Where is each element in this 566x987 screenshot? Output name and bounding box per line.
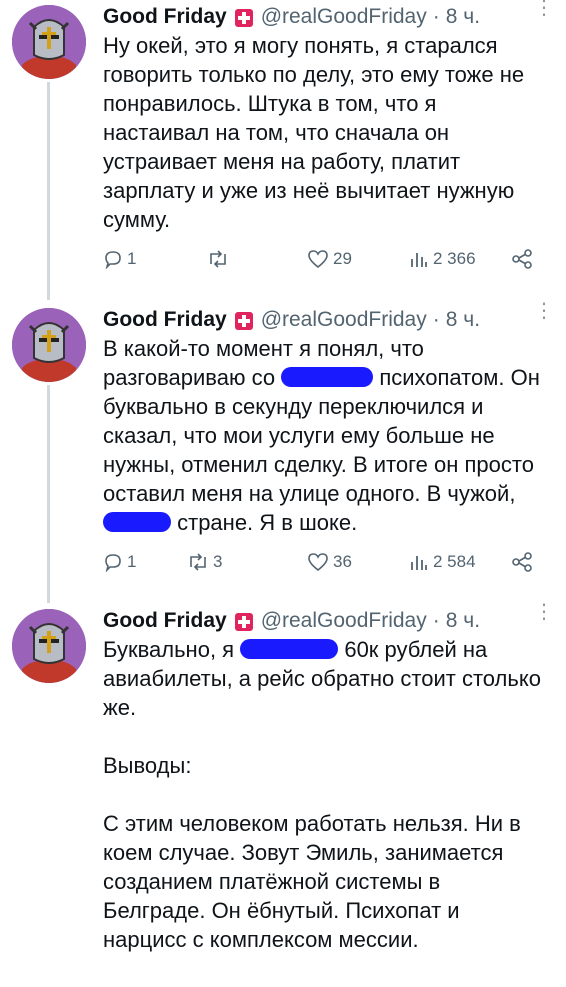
share-icon — [512, 249, 532, 269]
knight-avatar-icon — [12, 308, 86, 382]
reply-button[interactable]: 1 — [103, 245, 136, 273]
tweet-paragraph: Буквально, я 60к рублей на авиабилеты, а… — [103, 635, 548, 722]
share-button[interactable] — [511, 245, 533, 273]
tweet-3[interactable]: Good Friday @realGoodFriday · 8 ч. ⋮ Бук… — [0, 602, 566, 987]
like-icon — [308, 250, 328, 269]
tweet-paragraph: Выводы: — [103, 753, 192, 778]
tweet-text: Ну окей, это я могу понять, я старался г… — [103, 31, 548, 234]
tweet-paragraph: В какой-то момент я понял, что разговари… — [103, 334, 548, 537]
author-handle[interactable]: @realGoodFriday — [261, 5, 427, 29]
action-bar: 1 3 36 2 584 — [103, 548, 538, 576]
author-name[interactable]: Good Friday — [103, 308, 227, 332]
thread-line — [47, 385, 50, 603]
views-count: 2 584 — [433, 552, 476, 571]
avatar[interactable] — [12, 5, 86, 79]
text-segment: Буквально, я — [103, 637, 235, 662]
retweet-icon — [210, 250, 226, 268]
retweet-count: 3 — [213, 552, 223, 571]
action-bar: 1 29 2 366 — [103, 245, 538, 273]
like-count: 29 — [333, 249, 352, 268]
knight-avatar-icon — [12, 5, 86, 79]
tweet-text: В какой-то момент я понял, что разговари… — [103, 334, 548, 537]
timestamp[interactable]: 8 ч. — [446, 308, 480, 332]
knight-avatar-icon — [12, 609, 86, 683]
tweet-text: Буквально, я 60к рублей на авиабилеты, а… — [103, 635, 548, 954]
verified-badge-icon — [234, 312, 253, 330]
more-icon[interactable]: ⋮ — [534, 602, 554, 631]
separator: · — [432, 308, 440, 331]
reply-count: 1 — [127, 249, 137, 268]
text-segment: стране. Я в шоке. — [177, 510, 358, 535]
author-name[interactable]: Good Friday — [103, 5, 227, 29]
retweet-button[interactable] — [207, 245, 233, 273]
reply-icon — [105, 554, 121, 572]
text-segment: В какой-то момент я понял, что разговари… — [103, 336, 424, 390]
reply-button[interactable]: 1 — [103, 548, 136, 576]
like-count: 36 — [333, 552, 352, 571]
tweet-paragraph: С этим человеком работать нельзя. Ни в к… — [103, 811, 521, 952]
separator: · — [432, 609, 440, 632]
tweet-header: Good Friday @realGoodFriday · 8 ч. — [103, 3, 480, 31]
views-count: 2 366 — [433, 249, 476, 268]
share-button[interactable] — [511, 548, 533, 576]
retweet-button[interactable]: 3 — [187, 548, 222, 576]
retweet-icon — [190, 553, 206, 571]
views-button[interactable]: 2 584 — [409, 548, 476, 576]
author-handle[interactable]: @realGoodFriday — [261, 609, 427, 633]
tweet-1[interactable]: Good Friday @realGoodFriday · 8 ч. ⋮ Ну … — [0, 0, 566, 300]
tweet-header: Good Friday @realGoodFriday · 8 ч. — [103, 607, 480, 635]
like-button[interactable]: 29 — [307, 245, 352, 273]
separator: · — [432, 5, 440, 28]
author-handle[interactable]: @realGoodFriday — [261, 308, 427, 332]
redaction-mark — [281, 367, 374, 388]
redaction-mark — [103, 512, 171, 533]
reply-icon — [105, 251, 121, 269]
tweet-2[interactable]: Good Friday @realGoodFriday · 8 ч. ⋮ В к… — [0, 301, 566, 603]
share-icon — [512, 552, 532, 572]
tweet-paragraph: Ну окей, это я могу понять, я старался г… — [103, 33, 525, 232]
views-icon — [411, 253, 427, 267]
views-icon — [411, 556, 427, 570]
more-icon[interactable]: ⋮ — [534, 301, 554, 330]
avatar[interactable] — [12, 609, 86, 683]
author-name[interactable]: Good Friday — [103, 609, 227, 633]
avatar[interactable] — [12, 308, 86, 382]
like-button[interactable]: 36 — [307, 548, 352, 576]
views-button[interactable]: 2 366 — [409, 245, 476, 273]
verified-badge-icon — [234, 9, 253, 27]
thread-line — [47, 82, 50, 300]
timestamp[interactable]: 8 ч. — [446, 5, 480, 29]
timestamp[interactable]: 8 ч. — [446, 609, 480, 633]
more-icon[interactable]: ⋮ — [534, 0, 554, 27]
tweet-header: Good Friday @realGoodFriday · 8 ч. — [103, 306, 480, 334]
verified-badge-icon — [234, 613, 253, 631]
redaction-mark — [240, 639, 339, 660]
reply-count: 1 — [127, 552, 137, 571]
like-icon — [308, 553, 328, 572]
